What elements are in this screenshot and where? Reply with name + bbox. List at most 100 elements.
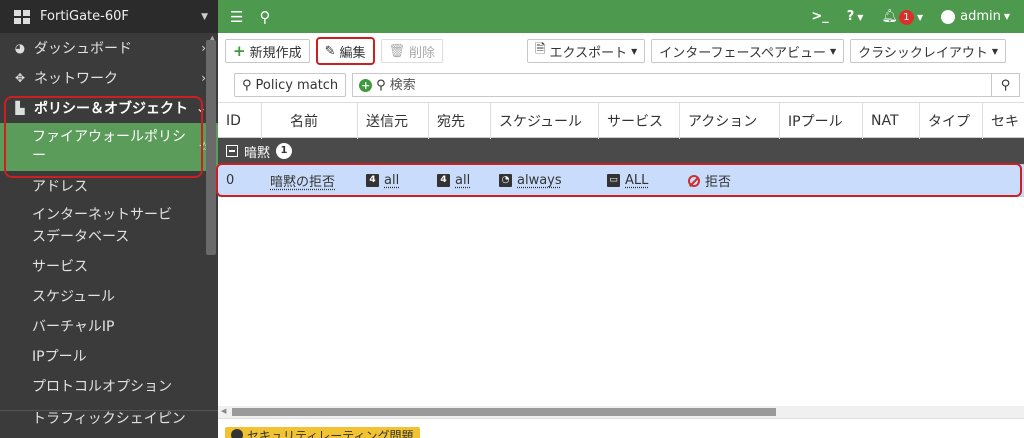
- device-icon: [14, 9, 32, 24]
- cell-type: [920, 165, 983, 196]
- user-menu[interactable]: admin ▼: [941, 9, 1010, 24]
- scroll-left-icon[interactable]: ◀: [221, 407, 226, 415]
- column-header-source[interactable]: 送信元: [358, 103, 429, 139]
- top-bar-right: >_ ? ▼ 🔔︎ 1 ▼ admin ▼: [811, 9, 1024, 25]
- device-selector[interactable]: FortiGate-60F ▼: [0, 0, 218, 33]
- cell-destination[interactable]: 4 all: [429, 165, 491, 196]
- delete-button[interactable]: 🗑︎ 削除: [380, 39, 444, 63]
- interface-pair-view-button[interactable]: インターフェースペアビュー ▼: [651, 39, 845, 63]
- sidebar-item-label: IPプール: [32, 349, 87, 365]
- search-submit-icon[interactable]: ⚲: [991, 73, 1019, 97]
- create-new-button[interactable]: + 新規作成: [225, 39, 310, 63]
- sidebar-item-label: ダッシュボード: [34, 41, 132, 57]
- app-root: FortiGate-60F ▼ ◕ ダッシュボード › ✥ ネットワーク › ▙…: [0, 0, 1024, 438]
- horizontal-scrollbar[interactable]: ◀: [218, 406, 1024, 418]
- document-icon: 🗎: [535, 42, 546, 57]
- notification-badge: 1: [898, 9, 914, 25]
- sidebar-item-label: ファイアウォールポリシー: [32, 129, 186, 164]
- sidebar-item-addresses[interactable]: アドレス: [0, 171, 218, 201]
- sidebar-item-services[interactable]: サービス: [0, 251, 218, 281]
- add-filter-icon[interactable]: +: [359, 78, 373, 92]
- chevron-down-icon: ▼: [201, 11, 208, 22]
- deny-icon: [688, 174, 700, 187]
- sidebar-divider: [0, 410, 218, 411]
- dashboard-icon: ◕: [14, 41, 26, 55]
- cell-action: 拒否: [680, 165, 780, 196]
- sidebar-scrollbar[interactable]: [206, 40, 216, 255]
- table-header: ID 名前 送信元 宛先 スケジュール サービス アクション IPプール NAT…: [218, 102, 1024, 139]
- sidebar-item-ip-pools[interactable]: IPプール: [0, 341, 218, 371]
- sidebar-item-label: プロトコルオプション: [32, 379, 172, 395]
- column-header-nat[interactable]: NAT: [863, 103, 920, 139]
- policy-icon: ▙: [15, 101, 25, 115]
- column-header-name[interactable]: 名前: [262, 103, 358, 139]
- sidebar-item-schedules[interactable]: スケジュール: [0, 281, 218, 311]
- hamburger-menu-icon[interactable]: ☰: [230, 8, 243, 26]
- help-menu[interactable]: ? ▼: [847, 9, 864, 24]
- edit-button[interactable]: ✎ 編集: [315, 37, 375, 65]
- group-label: 暗黙: [244, 145, 271, 161]
- pencil-icon: ✎: [324, 43, 336, 59]
- sidebar-item-virtual-ip[interactable]: バーチャルIP: [0, 311, 218, 341]
- plus-icon: +: [233, 42, 246, 60]
- sidebar-item-label: アドレス: [32, 179, 88, 195]
- address-group-icon: 4: [437, 174, 450, 187]
- column-header-ip-pool[interactable]: IPプール: [780, 103, 863, 139]
- sidebar-item-label: バーチャルIP: [32, 319, 115, 335]
- sidebar-item-policy-objects[interactable]: ▙ ポリシー＆オブジェクト ⌄: [0, 93, 218, 123]
- column-header-schedule[interactable]: スケジュール: [491, 103, 599, 139]
- chevron-down-icon: ▼: [991, 46, 999, 56]
- cell-service[interactable]: ▭ ALL: [599, 165, 680, 196]
- group-row-implicit[interactable]: 暗黙 1: [218, 138, 1024, 164]
- cell-nat: [863, 165, 920, 196]
- column-header-security[interactable]: セキ: [983, 103, 1024, 139]
- sidebar-item-label: ポリシー＆オブジェクト: [34, 101, 188, 117]
- search-box: + ⚲ ⚲: [352, 73, 1020, 97]
- column-header-type[interactable]: タイプ: [920, 103, 983, 139]
- sidebar-item-label: スケジュール: [32, 289, 116, 305]
- column-header-destination[interactable]: 宛先: [429, 103, 491, 139]
- cell-ip-pool: [780, 165, 863, 196]
- policy-match-button[interactable]: ⚲ Policy match: [234, 73, 347, 97]
- help-icon: ?: [846, 9, 855, 24]
- table-row[interactable]: 0 暗黙の拒否 4 all 4 all ◔ always ▭ ALL 拒否: [218, 164, 1024, 197]
- user-icon: [941, 9, 956, 24]
- policy-table: ID 名前 送信元 宛先 スケジュール サービス アクション IPプール NAT…: [218, 102, 1024, 197]
- column-header-service[interactable]: サービス: [599, 103, 680, 139]
- toolbar: + 新規作成 ✎ 編集 🗑︎ 削除 🗎 エクスポート ▼ インターフェースペアビ…: [218, 33, 1024, 69]
- cell-source[interactable]: 4 all: [358, 165, 429, 196]
- clock-icon: ◔: [499, 174, 512, 187]
- classic-layout-button[interactable]: クラシックレイアウト ▼: [850, 39, 1007, 63]
- search-icon[interactable]: ⚲: [259, 8, 270, 26]
- search-icon: ⚲: [376, 77, 386, 93]
- notifications-menu[interactable]: 🔔︎ 1 ▼: [881, 9, 923, 25]
- sidebar-item-internet-service-db[interactable]: インターネットサービ スデータベース: [0, 201, 218, 251]
- sidebar-item-firewall-policy[interactable]: ファイアウォールポリシー ☆: [0, 123, 218, 171]
- device-name: FortiGate-60F: [40, 9, 129, 24]
- cli-console-icon[interactable]: >_: [811, 9, 828, 24]
- scrollbar-thumb[interactable]: [232, 408, 776, 416]
- cell-security: [983, 165, 1024, 196]
- network-icon: ✥: [14, 71, 26, 85]
- search-row: ⚲ Policy match + ⚲ ⚲: [218, 69, 1024, 101]
- chevron-down-icon: ⌄: [195, 101, 206, 115]
- cell-schedule[interactable]: ◔ always: [491, 165, 599, 196]
- cell-id: 0: [226, 173, 235, 188]
- export-button[interactable]: 🗎 エクスポート ▼: [527, 39, 646, 63]
- sidebar: FortiGate-60F ▼ ◕ ダッシュボード › ✥ ネットワーク › ▙…: [0, 0, 218, 438]
- sidebar-item-label: インターネットサービ スデータベース: [32, 207, 172, 245]
- sidebar-item-protocol-options[interactable]: プロトコルオプション: [0, 371, 218, 401]
- sidebar-item-network[interactable]: ✥ ネットワーク ›: [0, 63, 218, 93]
- sidebar-item-label: サービス: [32, 259, 88, 275]
- search-input[interactable]: [389, 77, 991, 93]
- security-rating-icon: [231, 429, 243, 438]
- security-rating-tag[interactable]: セキュリティレーティング問題: [225, 427, 420, 438]
- collapse-icon[interactable]: [226, 145, 238, 157]
- sidebar-item-traffic-shaping[interactable]: トラフィックシェイピン: [0, 403, 218, 433]
- column-header-action[interactable]: アクション: [680, 103, 780, 139]
- chevron-down-icon: ▼: [916, 12, 924, 22]
- column-header-id[interactable]: ID: [218, 103, 262, 139]
- sidebar-item-dashboard[interactable]: ◕ ダッシュボード ›: [0, 33, 218, 63]
- trash-icon: 🗑︎: [388, 43, 406, 59]
- username: admin: [960, 9, 1001, 24]
